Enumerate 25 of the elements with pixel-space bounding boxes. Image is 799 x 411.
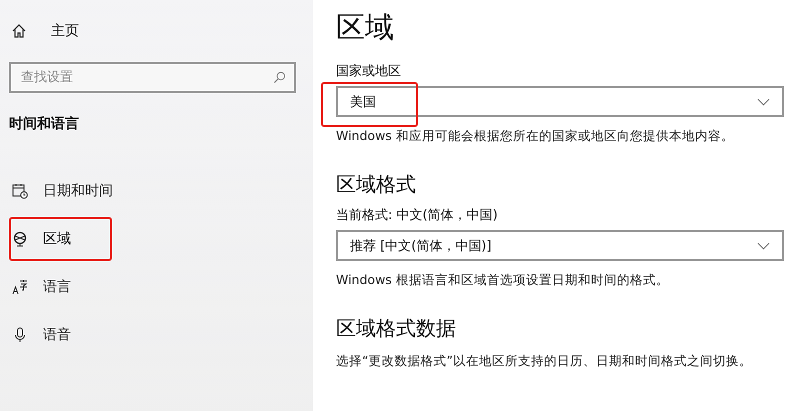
description: 选择“更改数据格式”以在地区所支持的日历、日期和时间格式之间切换。 bbox=[336, 353, 752, 370]
search-field[interactable]: 查找设置 bbox=[9, 62, 296, 93]
nav-item[interactable]: 区域 bbox=[9, 217, 112, 261]
microphone-icon bbox=[12, 327, 28, 343]
section-title: 时间和语言 bbox=[9, 115, 79, 133]
home-link[interactable]: 主页 bbox=[9, 20, 79, 42]
page-title: 区域 bbox=[336, 9, 394, 46]
nav-item[interactable]: 语音 bbox=[9, 313, 112, 357]
chevron-down-icon bbox=[757, 98, 770, 106]
language-icon bbox=[12, 279, 28, 295]
home-icon bbox=[11, 23, 27, 39]
chevron-down-icon bbox=[757, 242, 770, 250]
country-dropdown[interactable]: 美国 bbox=[336, 86, 784, 117]
nav-item[interactable]: 语言 bbox=[9, 265, 112, 309]
format-dropdown[interactable]: 推荐 [中文(简体，中国)] bbox=[336, 230, 784, 261]
description: Windows 根据语言和区域首选项设置日期和时间的格式。 bbox=[336, 272, 669, 289]
description: Windows 和应用可能会根据您所在的国家或地区向您提供本地内容。 bbox=[336, 128, 734, 145]
section-heading: 区域格式数据 bbox=[336, 315, 456, 342]
section-heading: 区域格式 bbox=[336, 171, 416, 198]
field-label: 国家或地区 bbox=[336, 63, 401, 80]
nav-item[interactable]: 日期和时间 bbox=[9, 169, 115, 213]
field-label: 当前格式: 中文(简体，中国) bbox=[336, 207, 498, 224]
calendar-clock-icon bbox=[12, 183, 28, 199]
search-icon bbox=[273, 71, 286, 84]
globe-icon bbox=[12, 231, 28, 247]
